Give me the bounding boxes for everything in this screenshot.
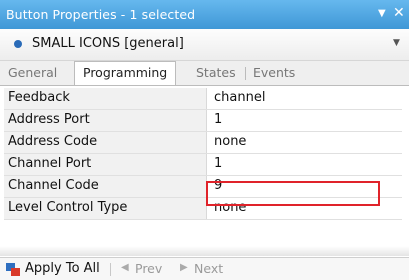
- panel-footer-shade: [0, 246, 409, 256]
- property-label: Channel Code: [4, 176, 207, 197]
- chevron-down-icon[interactable]: ▼: [393, 38, 400, 48]
- window-title: Button Properties - 1 selected: [6, 7, 196, 22]
- next-button[interactable]: Next: [194, 261, 223, 276]
- prev-button[interactable]: Prev: [135, 261, 162, 276]
- tab-states[interactable]: States: [196, 65, 236, 80]
- selected-object-dot-icon: [14, 40, 22, 48]
- object-selector-dropdown[interactable]: SMALL ICONS [general] ▼: [0, 29, 409, 61]
- tab-general[interactable]: General: [8, 65, 57, 80]
- property-value[interactable]: none: [214, 134, 246, 149]
- property-row-feedback[interactable]: Feedback channel: [4, 88, 402, 110]
- toolbar-separator: [110, 263, 111, 276]
- channel-code-highlight-box: [206, 181, 380, 206]
- property-label: Level Control Type: [4, 198, 207, 219]
- property-row-address-code[interactable]: Address Code none: [4, 132, 402, 154]
- property-row-address-port[interactable]: Address Port 1: [4, 110, 402, 132]
- property-label: Address Code: [4, 132, 207, 153]
- tab-events[interactable]: Events: [253, 65, 295, 80]
- triangle-down-icon[interactable]: ▼: [378, 8, 386, 19]
- close-icon[interactable]: ✕: [393, 5, 405, 21]
- prev-arrow-icon[interactable]: ◀: [121, 262, 129, 273]
- next-arrow-icon[interactable]: ▶: [180, 262, 188, 273]
- property-label: Feedback: [4, 88, 207, 109]
- bottom-toolbar: Apply To All ◀ Prev ▶ Next: [0, 257, 409, 280]
- property-value[interactable]: channel: [214, 90, 265, 105]
- property-label: Channel Port: [4, 154, 207, 175]
- tab-separator: [245, 67, 246, 80]
- property-value[interactable]: 1: [214, 156, 222, 171]
- selector-value: SMALL ICONS [general]: [32, 36, 184, 51]
- property-row-channel-port[interactable]: Channel Port 1: [4, 154, 402, 176]
- property-value[interactable]: 1: [214, 112, 222, 127]
- apply-to-all-button[interactable]: Apply To All: [25, 261, 100, 276]
- apply-to-all-icon[interactable]: [6, 263, 20, 276]
- tab-programming[interactable]: Programming: [74, 61, 177, 85]
- tab-bar: General Programming States Events: [0, 61, 409, 86]
- title-bar: Button Properties - 1 selected ▼ ✕: [0, 0, 409, 29]
- property-label: Address Port: [4, 110, 207, 131]
